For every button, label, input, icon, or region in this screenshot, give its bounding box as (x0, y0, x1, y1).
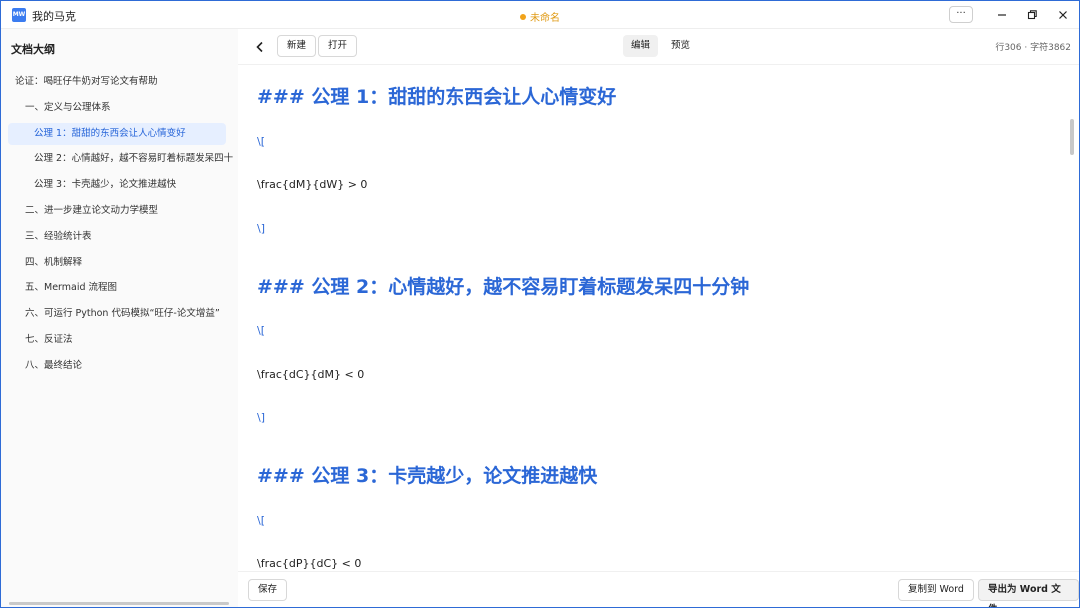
title-bar: MW 我的马克 未命名 ··· (1, 1, 1079, 29)
document-stats: 行306 · 字符3862 (995, 43, 1071, 53)
editor-text-line: \] (257, 411, 265, 424)
copy-to-word-button[interactable]: 复制到 Word (898, 579, 974, 601)
editor-text-line: \[ (257, 324, 265, 337)
tab-edit[interactable]: 编辑 (623, 35, 659, 57)
editor-text-line: \] (257, 222, 265, 235)
app-window: MW 我的马克 未命名 ··· 文档大纲 论证：喝旺仔牛奶对写论文有帮助一、定义… (0, 0, 1080, 608)
minimize-icon[interactable] (994, 7, 1010, 23)
back-chevron-icon[interactable] (252, 39, 268, 55)
outline-item[interactable]: 公理 3：卡壳越少，论文推进越快 (34, 174, 233, 196)
editor-text-line: \[ (257, 514, 265, 527)
tab-preview[interactable]: 预览 (663, 35, 698, 57)
editor-heading-line: ### 公理 2：心情越好，越不容易盯着标题发呆四十分钟 (257, 276, 750, 298)
editor-text-line: \frac{dM}{dW} > 0 (257, 178, 368, 191)
outline-item[interactable]: 三、经验统计表 (25, 226, 233, 248)
close-icon[interactable] (1055, 7, 1071, 23)
export-word-button[interactable]: 导出为 Word 文件 (978, 579, 1079, 607)
outline-item[interactable]: 六、可运行 Python 代码模拟“旺仔-论文增益” (25, 303, 233, 325)
restore-icon[interactable] (1024, 7, 1040, 23)
new-button[interactable]: 新建 (277, 35, 317, 57)
outline-title: 文档大纲 (11, 43, 55, 56)
open-button[interactable]: 打开 (318, 35, 358, 57)
outline-item[interactable]: 一、定义与公理体系 (25, 97, 233, 119)
outline-item[interactable]: 八、最终结论 (25, 355, 233, 377)
outline-item[interactable]: 论证：喝旺仔牛奶对写论文有帮助 (15, 71, 233, 93)
outline-sidebar: 文档大纲 论证：喝旺仔牛奶对写论文有帮助一、定义与公理体系公理 1：甜甜的东西会… (1, 29, 238, 607)
sidebar-horizontal-scrollbar[interactable] (9, 602, 229, 605)
editor-vertical-scrollbar[interactable] (1070, 119, 1074, 155)
save-button[interactable]: 保存 (248, 579, 288, 601)
editor-toolbar: 新建 打开 编辑 预览 行306 · 字符3862 (238, 29, 1079, 65)
document-name: 未命名 (530, 13, 560, 24)
editor-text-line: \frac{dC}{dM} < 0 (257, 368, 365, 381)
editor-footer: 保存 复制到 Word 导出为 Word 文件 (238, 571, 1079, 607)
outline-item[interactable]: 公理 2：心情越好，越不容易盯着标题发呆四十分钟 (34, 148, 233, 170)
outline-item[interactable]: 二、进一步建立论文动力学模型 (25, 200, 233, 222)
outline-item[interactable]: 四、机制解释 (25, 252, 233, 274)
editor-heading-line: ### 公理 3：卡壳越少，论文推进越快 (257, 465, 598, 487)
more-menu-button[interactable]: ··· (949, 6, 973, 23)
markdown-editor[interactable]: ### 公理 1：甜甜的东西会让人心情变好 \[ \frac{dM}{dW} > 0… (238, 65, 1079, 571)
unsaved-dot-icon (520, 14, 526, 20)
document-status: 未命名 (1, 9, 1079, 24)
editor-text-line: \frac{dP}{dC} < 0 (257, 557, 362, 570)
outline-item[interactable]: 五、Mermaid 流程图 (25, 277, 233, 299)
editor-heading-line: ### 公理 1：甜甜的东西会让人心情变好 (257, 86, 617, 108)
outline-item[interactable]: 七、反证法 (25, 329, 233, 351)
editor-text-line: \[ (257, 135, 265, 148)
outline-item[interactable]: 公理 1：甜甜的东西会让人心情变好 (8, 122, 226, 145)
